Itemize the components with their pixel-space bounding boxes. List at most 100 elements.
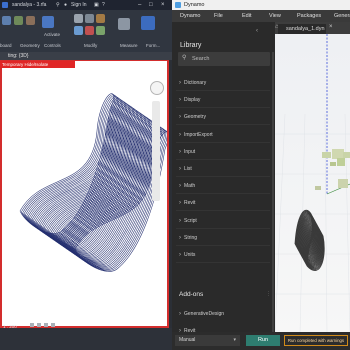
- dynamo-menubar: Dynamo File Edit View Packages Generate: [172, 10, 350, 22]
- library-item-input[interactable]: Input: [179, 149, 195, 155]
- node[interactable]: [315, 186, 321, 190]
- tab-close-icon[interactable]: ×: [329, 24, 333, 30]
- library-divider: [176, 141, 270, 143]
- library-divider: [176, 90, 270, 91]
- menu-view[interactable]: View: [269, 10, 281, 22]
- addon-item-generativedesign[interactable]: GenerativeDesign: [179, 311, 224, 317]
- dynamo-run-bar: Manual ▾ Run Run completed with warnings: [172, 332, 350, 350]
- library-item-revit[interactable]: Revit: [179, 200, 195, 206]
- library-scrollbar[interactable]: [272, 52, 274, 342]
- library-panel: ‹ Library ⚲ Search Dictionary Display Geom…: [172, 22, 275, 350]
- node[interactable]: [343, 152, 350, 158]
- ribbon-group-geometry: Geometry: [20, 43, 40, 48]
- dynamo-window: Dynamo Dynamo File Edit View Packages Ge…: [172, 0, 350, 350]
- library-item-script[interactable]: Script: [179, 218, 197, 224]
- menu-edit[interactable]: Edit: [242, 10, 251, 22]
- view-tab-3d[interactable]: ting: {3D}: [0, 52, 172, 60]
- revit-3d-viewport[interactable]: [0, 60, 169, 328]
- revit-app-icon[interactable]: [2, 2, 8, 8]
- ribbon-group-controls: Controls: [44, 43, 61, 48]
- offset-icon[interactable]: [85, 14, 94, 23]
- cart-icon[interactable]: ▣: [94, 0, 99, 10]
- library-divider: [176, 158, 270, 160]
- addons-title: Add-ons: [179, 291, 204, 298]
- rotate-icon[interactable]: [96, 26, 105, 35]
- paste-icon[interactable]: [2, 16, 11, 25]
- user-icon[interactable]: ●: [64, 0, 67, 10]
- menu-dynamo[interactable]: Dynamo: [180, 10, 200, 22]
- node[interactable]: [330, 162, 336, 166]
- graph-canvas[interactable]: [275, 34, 350, 334]
- ribbon-group-form: Form...: [146, 43, 161, 48]
- close-icon[interactable]: ×: [161, 0, 165, 10]
- library-divider: [176, 210, 270, 212]
- view-scale[interactable]: 1 : 200: [3, 324, 17, 329]
- menu-packages[interactable]: Packages: [297, 10, 321, 22]
- cut-icon[interactable]: [14, 16, 23, 25]
- join-icon[interactable]: [26, 16, 35, 25]
- dynamo-nodes: [315, 149, 350, 190]
- activate-icon[interactable]: [42, 16, 54, 28]
- ribbon-group-measure: Measure: [120, 43, 138, 48]
- library-divider: [176, 262, 270, 263]
- node[interactable]: [332, 149, 344, 159]
- form-icon[interactable]: [141, 16, 155, 30]
- search-icon[interactable]: ⚲: [56, 0, 60, 10]
- temporary-hide-isolate-banner: Temporary Hide/Isolate: [0, 61, 75, 68]
- activate-label[interactable]: Activate: [44, 32, 60, 37]
- library-item-dictionary[interactable]: Dictionary: [179, 80, 206, 86]
- search-placeholder: Search: [192, 56, 210, 62]
- dynamo-workspace: ⌂ sandalya_1.dyn ×: [275, 22, 350, 350]
- library-divider: [176, 107, 270, 109]
- library-item-math[interactable]: Math: [179, 183, 195, 189]
- revit-titlebar: sandalya - 3.rfa ⚲ ● Sign In ▣ ? – □ ×: [0, 0, 172, 10]
- detail-level-icon[interactable]: [30, 323, 34, 327]
- view-cube-icon[interactable]: [150, 81, 164, 95]
- dynamo-app-icon: [175, 2, 181, 8]
- search-icon: ⚲: [182, 55, 187, 61]
- addons-menu-icon[interactable]: ⋮: [266, 291, 271, 297]
- maximize-icon[interactable]: □: [149, 0, 153, 10]
- library-item-units[interactable]: Units: [179, 252, 195, 258]
- library-item-string[interactable]: String: [179, 235, 197, 241]
- chevron-down-icon: ▾: [233, 337, 236, 343]
- menu-file[interactable]: File: [214, 10, 223, 22]
- collapse-icon[interactable]: ‹: [256, 28, 258, 34]
- help-icon[interactable]: ?: [102, 0, 105, 10]
- run-button[interactable]: Run: [246, 335, 280, 346]
- mirror-icon[interactable]: [96, 14, 105, 23]
- run-status-badge[interactable]: Run completed with warnings: [284, 335, 348, 346]
- measure-icon[interactable]: [118, 18, 130, 30]
- chair-preview: [294, 209, 325, 272]
- library-title: Library: [180, 42, 202, 49]
- run-mode-select[interactable]: Manual ▾: [175, 335, 240, 346]
- library-item-importexport[interactable]: ImportExport: [179, 132, 213, 138]
- ribbon-group-board: board: [0, 43, 12, 48]
- node[interactable]: [338, 179, 348, 188]
- visual-style-icon[interactable]: [37, 323, 41, 327]
- library-divider: [176, 227, 270, 229]
- shadows-icon[interactable]: [51, 323, 55, 327]
- navigation-bar[interactable]: [152, 101, 160, 201]
- minimize-icon[interactable]: –: [138, 0, 141, 10]
- library-item-display[interactable]: Display: [179, 97, 200, 103]
- move-icon[interactable]: [74, 26, 83, 35]
- revit-title-text: sandalya - 3.rfa: [12, 2, 47, 8]
- tab-label: sandalya_1.dyn: [286, 26, 325, 32]
- node[interactable]: [322, 152, 331, 158]
- ribbon-group-modify: Modify: [84, 43, 98, 48]
- delete-icon[interactable]: [85, 26, 94, 35]
- node[interactable]: [337, 158, 345, 166]
- library-item-geometry[interactable]: Geometry: [179, 114, 206, 120]
- align-icon[interactable]: [74, 14, 83, 23]
- library-search-input[interactable]: ⚲ Search: [178, 52, 270, 66]
- library-divider: [176, 124, 270, 126]
- menu-generate[interactable]: Generate: [334, 10, 350, 22]
- revit-window: sandalya - 3.rfa ⚲ ● Sign In ▣ ? – □ × A…: [0, 0, 172, 350]
- tab-sandalya-dyn[interactable]: sandalya_1.dyn: [278, 24, 326, 34]
- sign-in-link[interactable]: Sign In: [71, 0, 87, 10]
- workspace-tabs: ⌂ sandalya_1.dyn ×: [275, 22, 350, 34]
- revit-ribbon: Activate board Geometry Controls Modify …: [0, 10, 172, 52]
- library-item-list[interactable]: List: [179, 166, 192, 172]
- sun-path-icon[interactable]: [44, 323, 48, 327]
